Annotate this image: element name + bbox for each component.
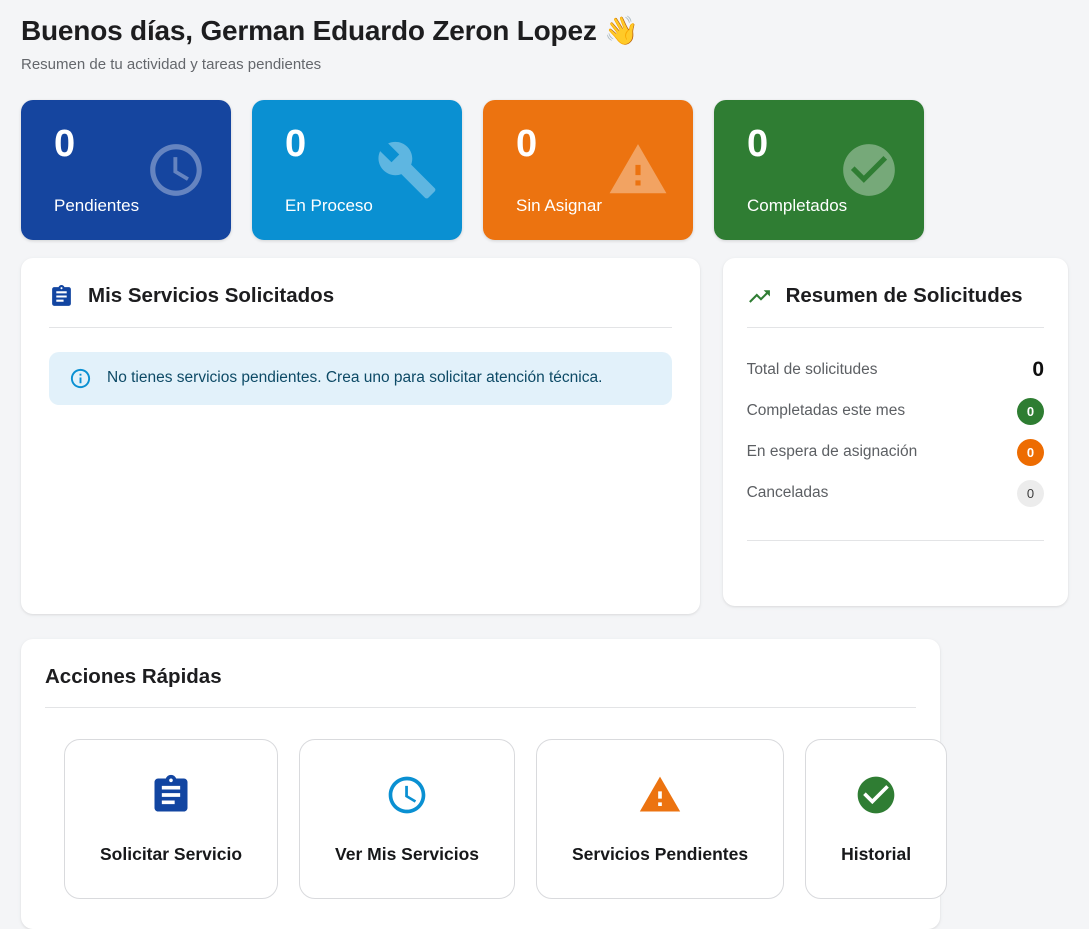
quick-actions-panel: Acciones Rápidas Solicitar Servicio Ver … (21, 639, 940, 929)
services-panel-title: Mis Servicios Solicitados (88, 284, 334, 308)
quick-actions-header: Acciones Rápidas (45, 665, 916, 689)
status-badge: 0 (1017, 398, 1044, 425)
summary-row-total: Total de solicitudes 0 (747, 350, 1044, 391)
summary-row-en-espera: En espera de asignación 0 (747, 432, 1044, 473)
action-label: Historial (841, 844, 911, 865)
summary-row-label: En espera de asignación (747, 443, 918, 461)
summary-rows: Total de solicitudes 0 Completadas este … (747, 350, 1044, 514)
warning-icon (638, 773, 682, 817)
quick-actions-row: Solicitar Servicio Ver Mis Servicios Ser… (64, 739, 916, 899)
summary-panel-title: Resumen de Solicitudes (786, 284, 1023, 308)
historial-button[interactable]: Historial (805, 739, 947, 899)
clock-icon (385, 773, 429, 817)
empty-services-alert: No tienes servicios pendientes. Crea uno… (49, 352, 672, 405)
stat-card-sin-asignar: 0 Sin Asignar (483, 100, 693, 240)
servicios-pendientes-button[interactable]: Servicios Pendientes (536, 739, 784, 899)
wrench-icon (376, 139, 438, 201)
main-row: Mis Servicios Solicitados No tienes serv… (21, 258, 1068, 614)
wave-emoji: 👋 (604, 15, 639, 46)
divider (45, 707, 916, 708)
stats-row: 0 Pendientes 0 En Proceso 0 Sin Asignar … (21, 100, 1068, 240)
check-circle-icon (854, 773, 898, 817)
action-label: Servicios Pendientes (572, 844, 748, 865)
summary-panel: Resumen de Solicitudes Total de solicitu… (723, 258, 1068, 606)
warning-icon (607, 139, 669, 201)
solicitar-servicio-button[interactable]: Solicitar Servicio (64, 739, 278, 899)
page-subtitle: Resumen de tu actividad y tareas pendien… (21, 56, 1068, 73)
quick-actions-title: Acciones Rápidas (45, 665, 222, 689)
clock-icon (145, 139, 207, 201)
divider (49, 327, 672, 328)
summary-row-canceladas: Canceladas 0 (747, 473, 1044, 514)
dashboard-page: Buenos días, German Eduardo Zeron Lopez … (0, 0, 1089, 929)
divider (747, 327, 1044, 328)
ver-mis-servicios-button[interactable]: Ver Mis Servicios (299, 739, 515, 899)
summary-row-value: 0 (1032, 358, 1044, 382)
page-title: Buenos días, German Eduardo Zeron Lopez … (21, 14, 1068, 48)
services-panel: Mis Servicios Solicitados No tienes serv… (21, 258, 700, 614)
summary-row-completadas: Completadas este mes 0 (747, 391, 1044, 432)
clipboard-icon (49, 284, 74, 309)
stat-card-completados: 0 Completados (714, 100, 924, 240)
summary-row-label: Completadas este mes (747, 402, 906, 420)
summary-row-label: Total de solicitudes (747, 361, 878, 379)
clipboard-icon (149, 773, 193, 817)
services-panel-header: Mis Servicios Solicitados (49, 284, 672, 309)
divider (747, 540, 1044, 541)
summary-panel-header: Resumen de Solicitudes (747, 284, 1044, 309)
action-label: Solicitar Servicio (100, 844, 242, 865)
stat-card-pendientes: 0 Pendientes (21, 100, 231, 240)
trending-up-icon (747, 284, 772, 309)
action-label: Ver Mis Servicios (335, 844, 479, 865)
summary-row-label: Canceladas (747, 484, 829, 502)
empty-services-message: No tienes servicios pendientes. Crea uno… (107, 369, 602, 387)
check-circle-icon (838, 139, 900, 201)
info-icon (69, 367, 92, 390)
status-badge: 0 (1017, 480, 1044, 507)
status-badge: 0 (1017, 439, 1044, 466)
stat-card-en-proceso: 0 En Proceso (252, 100, 462, 240)
greeting-text: Buenos días, German Eduardo Zeron Lopez (21, 15, 597, 46)
